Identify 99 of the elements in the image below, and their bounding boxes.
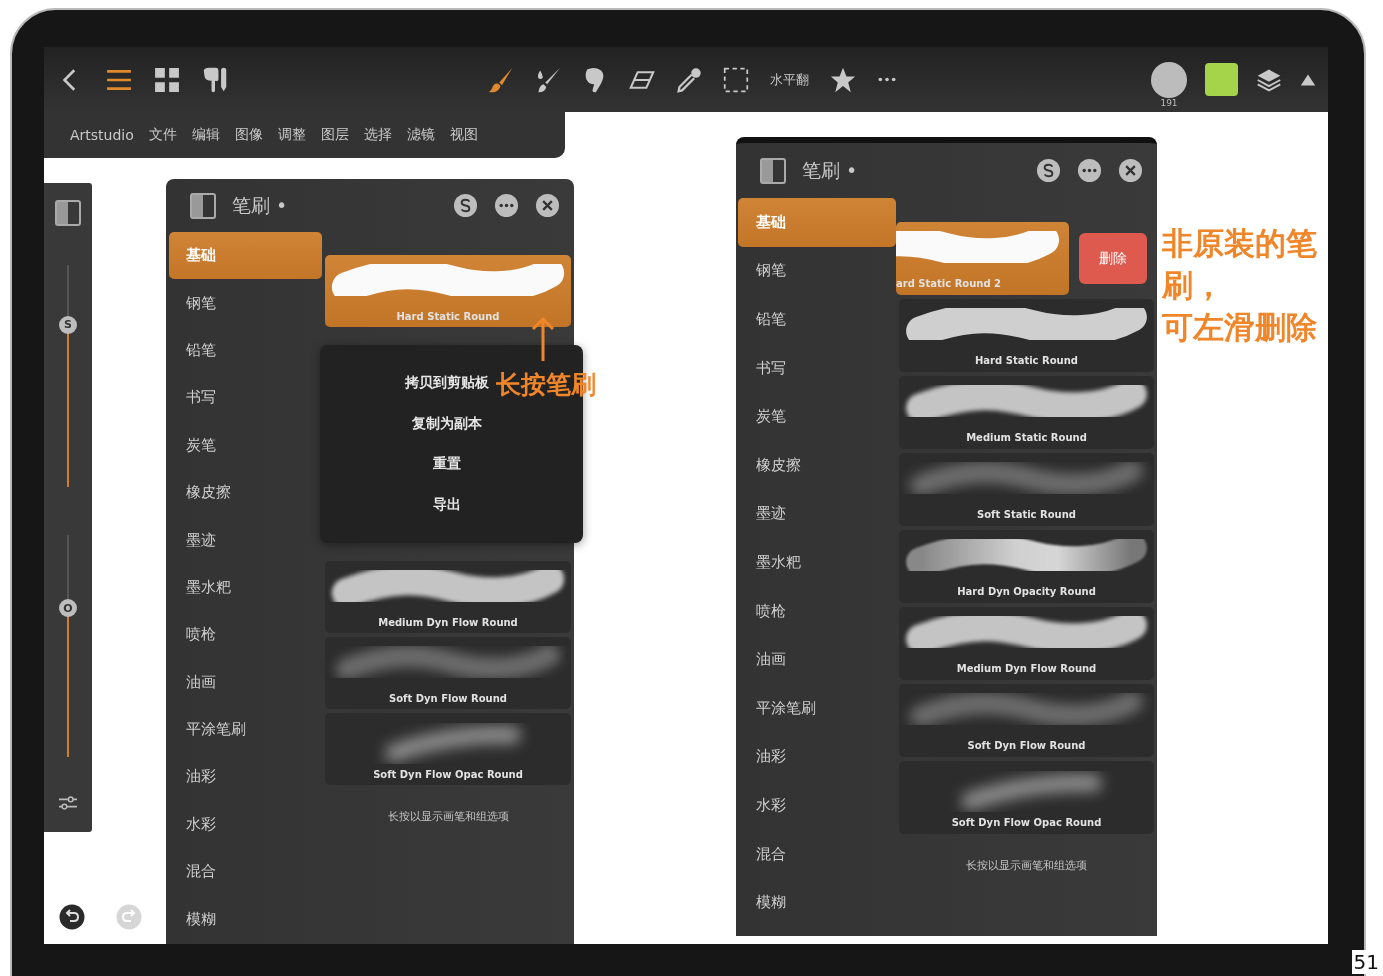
- color-swatch[interactable]: [1205, 63, 1238, 96]
- brush-name: Hard Dyn Opacity Round: [957, 586, 1096, 598]
- panel-title: 笔刷 •: [232, 192, 288, 218]
- category-item[interactable]: 平涂笔刷: [169, 705, 322, 754]
- context-menu-item[interactable]: 拷贝到剪贴板: [404, 373, 489, 392]
- category-item[interactable]: 书写: [738, 343, 896, 393]
- context-menu-item[interactable]: 重置: [432, 455, 461, 474]
- panel-title: 笔刷 •: [802, 157, 858, 183]
- brush-card[interactable]: Hard Dyn Opacity Round: [899, 530, 1154, 603]
- brush-size-value: 191: [1160, 97, 1178, 108]
- star-icon[interactable]: [830, 66, 856, 93]
- brush-name: Medium Dyn Flow Round: [956, 663, 1097, 675]
- category-item[interactable]: 模糊: [738, 878, 896, 927]
- category-item[interactable]: 橡皮擦: [738, 440, 896, 490]
- sliders-settings-icon[interactable]: [57, 794, 79, 812]
- category-item[interactable]: 铅笔: [169, 326, 322, 375]
- panel-toggle-icon[interactable]: [55, 200, 81, 226]
- hint-text: 长按以显示画笔和组选项: [965, 858, 1088, 873]
- slider-thumb[interactable]: S: [59, 315, 77, 334]
- context-menu-item[interactable]: 复制为副本: [411, 414, 482, 433]
- brush-card[interactable]: Medium Dyn Flow Round: [899, 607, 1154, 680]
- eyedropper-icon[interactable]: [676, 66, 702, 93]
- category-item[interactable]: 油画: [169, 658, 322, 706]
- category-item[interactable]: 墨水粑: [738, 538, 896, 587]
- s-icon[interactable]: [1036, 158, 1061, 183]
- slider-thumb[interactable]: O: [59, 599, 77, 618]
- annotation-text: 长按笔刷: [496, 369, 596, 401]
- more-icon[interactable]: [494, 193, 519, 218]
- menu-item[interactable]: 选择: [363, 126, 392, 144]
- menu-item[interactable]: 图层: [320, 126, 349, 144]
- category-item[interactable]: 油彩: [169, 753, 322, 801]
- brush-name: Medium Dyn Flow Round: [378, 617, 518, 629]
- brush-card[interactable]: Soft Dyn Flow Round: [325, 637, 571, 709]
- selection-icon[interactable]: [723, 66, 749, 93]
- category-item[interactable]: 水彩: [169, 800, 322, 849]
- category-item[interactable]: 混合: [169, 848, 322, 896]
- triangle-up-icon[interactable]: [1300, 72, 1316, 87]
- close-icon[interactable]: [1118, 158, 1143, 183]
- category-item[interactable]: 炭笔: [738, 392, 896, 441]
- menu-item[interactable]: 调整: [277, 126, 306, 144]
- category-item[interactable]: 钢笔: [169, 279, 322, 327]
- more-icon[interactable]: [877, 76, 897, 83]
- category-item[interactable]: 喷枪: [169, 611, 322, 659]
- annotation-arrow: [531, 316, 555, 362]
- more-icon[interactable]: [1077, 158, 1102, 183]
- category-item[interactable]: 钢笔: [738, 246, 896, 296]
- category-item[interactable]: 模糊: [169, 895, 322, 943]
- menu-item[interactable]: 视图: [449, 126, 478, 144]
- brush-name: Hard Static Round: [396, 311, 500, 323]
- brush-name: Medium Static Round: [966, 432, 1087, 444]
- brush-card[interactable]: Soft Dyn Flow Opac Round: [899, 761, 1154, 834]
- menu-item[interactable]: 编辑: [191, 126, 220, 144]
- vertical-slider[interactable]: S: [59, 256, 77, 496]
- brush-name: Soft Static Round: [977, 509, 1076, 521]
- menu-item[interactable]: 文件: [148, 126, 177, 144]
- brush-card[interactable]: Hard Static Round: [899, 299, 1154, 372]
- brush-name: Soft Dyn Flow Opac Round: [951, 817, 1102, 829]
- category-item[interactable]: 炭笔: [169, 421, 322, 469]
- delete-button[interactable]: 删除: [1079, 233, 1147, 284]
- s-icon[interactable]: [453, 193, 478, 218]
- category-item[interactable]: 铅笔: [738, 295, 896, 344]
- close-icon[interactable]: [535, 193, 560, 218]
- category-item[interactable]: 墨迹: [738, 489, 896, 539]
- category-item[interactable]: 水彩: [738, 781, 896, 830]
- brush-name: Hard Static Round: [975, 355, 1078, 367]
- brush-size-circle[interactable]: [1151, 61, 1187, 98]
- brush-card[interactable]: Medium Static Round: [899, 376, 1154, 449]
- brush-name: Soft Dyn Flow Opac Round: [373, 769, 523, 781]
- brush-name: ard Static Round 2: [896, 278, 1002, 290]
- undo-icon[interactable]: [59, 904, 85, 930]
- panel-toggle-icon[interactable]: [760, 157, 786, 184]
- brush-card[interactable]: Soft Static Round: [899, 453, 1154, 526]
- category-item[interactable]: 油彩: [738, 732, 896, 782]
- brush-card[interactable]: Medium Dyn Flow Round: [325, 561, 571, 633]
- hint-text: 长按以显示画笔和组选项: [386, 809, 510, 824]
- vertical-slider[interactable]: O: [59, 526, 77, 766]
- category-item[interactable]: 墨水粑: [169, 563, 322, 612]
- menu-item[interactable]: 图像: [234, 126, 263, 144]
- page-number: 51: [1351, 950, 1381, 974]
- annotation-text: 非原装的笔刷， 可左滑删除: [1162, 224, 1318, 347]
- category-item[interactable]: 墨迹: [169, 516, 322, 564]
- category-item[interactable]: 书写: [169, 374, 322, 422]
- brush-name: Soft Dyn Flow Round: [389, 693, 507, 705]
- hand-pencil-icon[interactable]: [202, 66, 228, 93]
- category-item[interactable]: 混合: [738, 829, 896, 879]
- panel-toggle-icon[interactable]: [190, 192, 216, 219]
- flip-horizontal-button[interactable]: 水平翻: [770, 70, 809, 89]
- brush-name: Soft Dyn Flow Round: [967, 740, 1086, 752]
- brush-card[interactable]: Soft Dyn Flow Round: [899, 684, 1154, 757]
- category-item[interactable]: 橡皮擦: [169, 468, 322, 517]
- category-item[interactable]: 平涂笔刷: [738, 683, 896, 733]
- category-item[interactable]: 油画: [738, 635, 896, 684]
- brush-drop-icon[interactable]: [535, 66, 561, 93]
- brush-card[interactable]: Soft Dyn Flow Opac Round: [325, 713, 571, 785]
- menu-item[interactable]: 滤镜: [406, 126, 435, 144]
- grid-icon[interactable]: [154, 66, 180, 93]
- category-item[interactable]: 喷枪: [738, 586, 896, 636]
- context-menu-item[interactable]: 导出: [432, 496, 461, 515]
- menu-item[interactable]: Artstudio: [70, 127, 134, 143]
